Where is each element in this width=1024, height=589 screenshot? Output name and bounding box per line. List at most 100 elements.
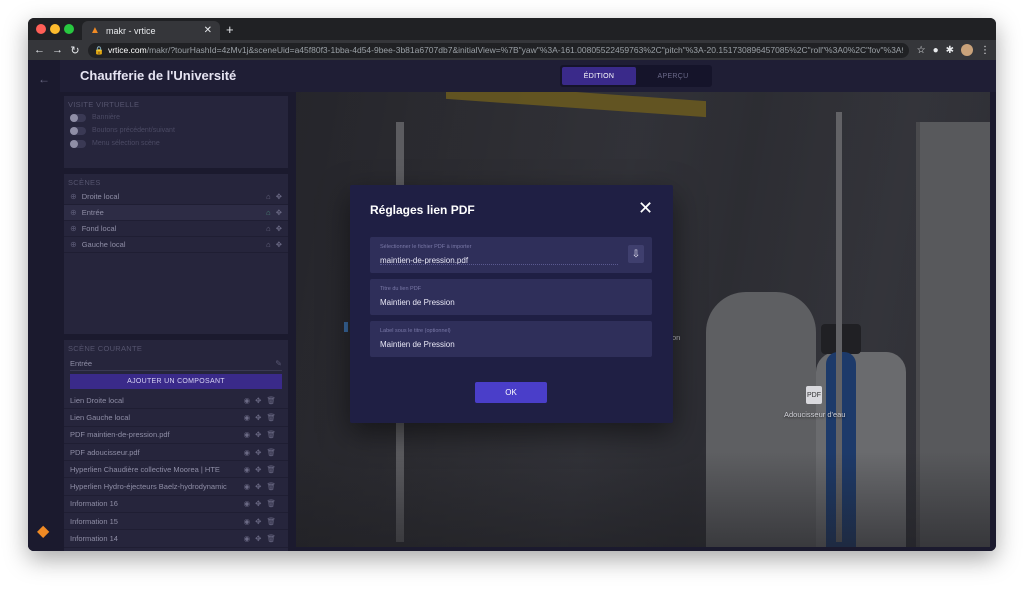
- trash-icon[interactable]: 🗑: [266, 517, 276, 526]
- move-icon[interactable]: ✥: [276, 208, 282, 217]
- ceiling-beam: [446, 92, 706, 118]
- component-item[interactable]: Information 14 ◉ ✥ 🗑: [64, 530, 288, 548]
- eye-icon[interactable]: ◉: [244, 448, 251, 457]
- reload-icon[interactable]: ↻: [70, 44, 80, 57]
- vrtice-favicon-icon: ▲: [90, 24, 100, 36]
- banniere-toggle[interactable]: [70, 113, 86, 122]
- eye-icon[interactable]: ◉: [244, 396, 251, 405]
- trash-icon[interactable]: 🗑: [266, 430, 276, 439]
- trash-icon[interactable]: 🗑: [266, 396, 276, 405]
- current-scene-panel: SCÈNE COURANTE Entrée ✎ AJOUTER UN COMPO…: [64, 340, 288, 551]
- component-item[interactable]: Lien Gauche local ◉ ✥ 🗑: [64, 409, 288, 427]
- close-icon[interactable]: ✕: [638, 199, 653, 217]
- home-icon[interactable]: ⌂: [266, 192, 271, 201]
- tab-title: makr - vrtice: [106, 25, 156, 36]
- eye-icon[interactable]: ◉: [244, 465, 251, 474]
- extension-icon[interactable]: ●: [933, 45, 939, 56]
- new-tab-button[interactable]: +: [226, 22, 234, 37]
- toggle-label: Menu sélection scène: [92, 140, 160, 147]
- component-label: Lien Gauche local: [70, 412, 131, 422]
- move-icon[interactable]: ✥: [276, 224, 282, 233]
- trash-icon[interactable]: 🗑: [266, 499, 276, 508]
- move-icon[interactable]: ✥: [276, 240, 282, 249]
- sidebar: VISITE VIRTUELLE Bannière Boutons précéd…: [60, 92, 292, 551]
- component-item[interactable]: Hyperlien Chaudière collective Moorea | …: [64, 461, 288, 479]
- hotspot-label: Adoucisseur d'eau: [784, 410, 846, 419]
- move-icon[interactable]: ✥: [255, 517, 261, 526]
- component-label: PDF adoucisseur.pdf: [70, 447, 140, 457]
- puzzle-icon[interactable]: ✱: [946, 45, 954, 56]
- eye-icon[interactable]: ◉: [244, 517, 251, 526]
- ok-button[interactable]: OK: [475, 382, 547, 403]
- back-arrow-icon[interactable]: ←: [38, 72, 50, 86]
- globe-icon: ⊕: [70, 240, 77, 249]
- component-item[interactable]: Hyperlien Hydro-éjecteurs Baelz-hydrodyn…: [64, 478, 288, 496]
- scene-item[interactable]: ⊕ Gauche local ⌂ ✥: [64, 237, 288, 253]
- move-icon[interactable]: ✥: [255, 465, 261, 474]
- hotspot-marker[interactable]: [344, 322, 348, 332]
- move-icon[interactable]: ✥: [255, 482, 261, 491]
- pdf-hotspot-icon[interactable]: PDF: [806, 386, 822, 404]
- component-label: Lien Droite local: [70, 395, 124, 405]
- component-item[interactable]: Information 16 ◉ ✥ 🗑: [64, 496, 288, 514]
- current-scene-title: SCÈNE COURANTE: [68, 344, 143, 353]
- vrtice-logo-icon: ◆: [37, 523, 50, 540]
- pdf-file-field[interactable]: Sélectionner le fichier PDF à importer m…: [370, 237, 652, 273]
- window-minimize-button[interactable]: [50, 24, 60, 34]
- address-bar[interactable]: 🔒 vrtice.com/makr/?tourHashId=4zMv1j&sce…: [88, 42, 909, 58]
- browser-tab[interactable]: ▲ makr - vrtice ✕: [82, 21, 220, 40]
- component-item[interactable]: PDF maintien-de-pression.pdf ◉ ✥ 🗑: [64, 427, 288, 444]
- pdf-title-value: Maintien de Pression: [380, 298, 455, 307]
- move-icon[interactable]: ✥: [276, 192, 282, 201]
- profile-avatar[interactable]: [961, 44, 973, 56]
- back-arrow-icon[interactable]: ←: [34, 44, 45, 56]
- trash-icon[interactable]: 🗑: [266, 534, 276, 543]
- eye-icon[interactable]: ◉: [244, 430, 251, 439]
- move-icon[interactable]: ✥: [255, 430, 261, 439]
- scenes-title: SCÈNES: [68, 178, 101, 187]
- scene-item[interactable]: ⊕ Fond local ⌂ ✥: [64, 221, 288, 237]
- window-zoom-button[interactable]: [64, 24, 74, 34]
- eye-icon[interactable]: ◉: [244, 482, 251, 491]
- forward-arrow-icon[interactable]: →: [52, 44, 63, 56]
- eye-icon[interactable]: ◉: [244, 534, 251, 543]
- home-icon[interactable]: ⌂: [266, 224, 271, 233]
- pencil-icon[interactable]: ✎: [275, 359, 282, 368]
- tab-close-icon[interactable]: ✕: [204, 25, 212, 36]
- trash-icon[interactable]: 🗑: [266, 413, 276, 422]
- pdf-sublabel-field[interactable]: Label sous le titre (optionnel) Maintien…: [370, 321, 652, 357]
- home-icon[interactable]: ⌂: [266, 208, 271, 217]
- menu-kebab-icon[interactable]: ⋮: [980, 45, 990, 56]
- bookmark-star-icon[interactable]: ☆: [917, 45, 926, 56]
- scene-item-selected[interactable]: ⊕ Entrée ⌂ ✥: [64, 205, 288, 221]
- trash-icon[interactable]: 🗑: [266, 482, 276, 491]
- boutons-toggle[interactable]: [70, 126, 86, 135]
- move-icon[interactable]: ✥: [255, 499, 261, 508]
- eye-icon[interactable]: ◉: [244, 499, 251, 508]
- mode-switch: ÉDITION APERÇU: [560, 65, 712, 87]
- scene-item[interactable]: ⊕ Droite local ⌂ ✥: [64, 189, 288, 205]
- toggle-label: Boutons précédent/suivant: [92, 127, 175, 134]
- add-component-button[interactable]: AJOUTER UN COMPOSANT: [70, 374, 282, 389]
- component-item[interactable]: Information 15 ◉ ✥ 🗑: [64, 513, 288, 531]
- trash-icon[interactable]: 🗑: [266, 465, 276, 474]
- pdf-sublabel-value: Maintien de Pression: [380, 340, 455, 349]
- window-close-button[interactable]: [36, 24, 46, 34]
- move-icon[interactable]: ✥: [255, 448, 261, 457]
- extension-icons: ☆ ● ✱ ⋮: [917, 44, 990, 56]
- trash-icon[interactable]: 🗑: [266, 448, 276, 457]
- home-icon[interactable]: ⌂: [266, 240, 271, 249]
- component-item[interactable]: PDF adoucisseur.pdf ◉ ✥ 🗑: [64, 444, 288, 462]
- browser-window: ▲ makr - vrtice ✕ + ← → ↻ 🔒 vrtice.com/m…: [28, 18, 996, 551]
- scene-name-field[interactable]: Entrée ✎: [70, 357, 282, 371]
- move-icon[interactable]: ✥: [255, 534, 261, 543]
- component-item[interactable]: Lien Droite local ◉ ✥ 🗑: [64, 392, 288, 410]
- mode-preview-button[interactable]: APERÇU: [636, 67, 710, 85]
- move-icon[interactable]: ✥: [255, 413, 261, 422]
- menu-toggle[interactable]: [70, 139, 86, 148]
- eye-icon[interactable]: ◉: [244, 413, 251, 422]
- upload-icon[interactable]: ⇩: [628, 245, 644, 263]
- pdf-title-field[interactable]: Titre du lien PDF Maintien de Pression: [370, 279, 652, 315]
- move-icon[interactable]: ✥: [255, 396, 261, 405]
- mode-edit-button[interactable]: ÉDITION: [562, 67, 636, 85]
